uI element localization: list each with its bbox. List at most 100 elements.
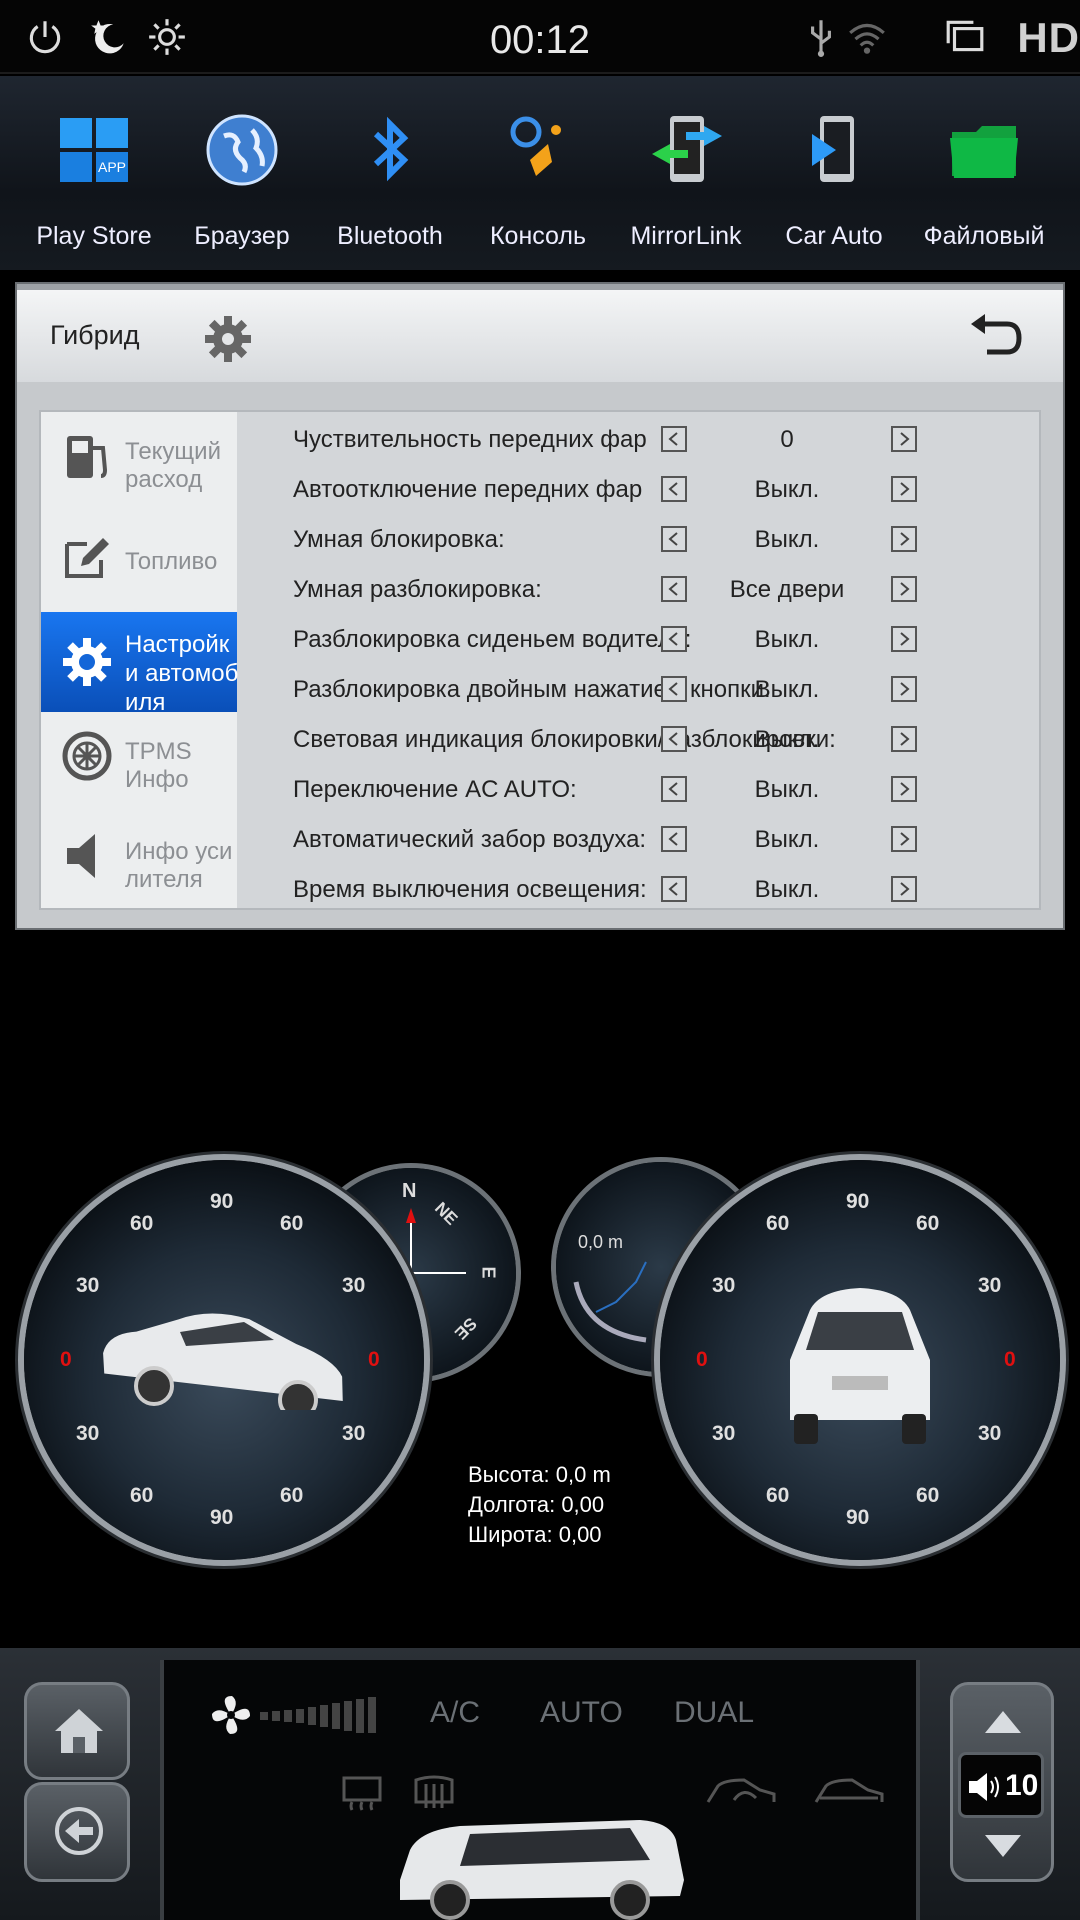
home-button[interactable] [24, 1682, 130, 1780]
sidebar-item-fuel[interactable]: Топливо [41, 512, 237, 612]
setting-label: Автоотключение передних фар [293, 476, 643, 503]
setting-value: 0 [780, 426, 794, 453]
settings-row: Разблокировка двойным нажатием кнопки: Вы… [237, 666, 1041, 716]
status-bar: 00:12 HD [0, 0, 1080, 74]
back-button[interactable] [24, 1782, 130, 1882]
increase-button[interactable] [891, 626, 917, 652]
app-dock: APP Play Store Браузер Bluetooth Консоль… [0, 76, 1080, 270]
settings-row: Автоотключение передних фар Выкл. [237, 466, 1041, 516]
back-circle-icon [55, 1807, 103, 1855]
back-arrow-icon[interactable] [967, 310, 1023, 362]
climate-bar: A/C AUTO DUAL [0, 1648, 1080, 1920]
globe-icon [206, 114, 278, 186]
panel-title: Гибрид [50, 320, 140, 350]
increase-button[interactable] [891, 526, 917, 552]
setting-value: Выкл. [754, 676, 820, 703]
bluetooth-icon [373, 116, 409, 182]
app-file-manager[interactable]: Файловый [910, 76, 1058, 270]
app-console[interactable]: Консоль [464, 76, 612, 270]
vehicle-interior-image [400, 1820, 684, 1920]
setting-label: Переключение AC AUTO: [293, 776, 577, 803]
volume-value: 10 [1005, 1769, 1039, 1802]
rear-defrost-icon[interactable] [340, 1772, 384, 1812]
gear-icon[interactable] [203, 314, 253, 364]
app-car-auto[interactable]: Car Auto [760, 76, 908, 270]
increase-button[interactable] [891, 826, 917, 852]
increase-button[interactable] [891, 576, 917, 602]
fuel-pump-icon [67, 436, 108, 478]
setting-label: Время выключения освещения: [293, 876, 647, 903]
setting-value: Выкл. [754, 526, 820, 553]
tire-icon [62, 731, 112, 781]
hd-indicator: HD [1017, 14, 1080, 61]
fan-icon[interactable] [208, 1692, 254, 1738]
setting-label: Чуствительность передних фар [293, 426, 647, 453]
setting-label: Умная разблокировка: [293, 576, 542, 603]
setting-value: Выкл. [754, 826, 820, 853]
sidebar-item-current-consumption[interactable]: Текущий расход [41, 412, 237, 512]
settings-row: Световая индикация блокировки/разблокиро… [237, 716, 1041, 766]
setting-label: Разблокировка сиденьем водителя: [293, 626, 692, 653]
steering-wheel-icon [510, 116, 561, 176]
increase-button[interactable] [891, 476, 917, 502]
setting-value: Выкл. [754, 476, 820, 503]
settings-row: Разблокировка сиденьем водителя: Выкл. [237, 616, 1041, 666]
folder-icon [950, 126, 1018, 178]
setting-label: Умная блокировка: [293, 526, 505, 553]
settings-row: Переключение AC AUTO: Выкл. [237, 766, 1041, 816]
settings-row: Чуствительность передних фар 0 [237, 416, 1041, 466]
fan-speed-bar[interactable] [260, 1694, 400, 1734]
volume-up-icon[interactable] [983, 1709, 1023, 1737]
sidebar-item-tpms[interactable]: TPMS Инфо [41, 712, 237, 812]
suv-rear-image [790, 1288, 930, 1444]
fresh-air-icon[interactable] [812, 1772, 888, 1812]
app-mirrorlink[interactable]: MirrorLink [612, 76, 760, 270]
increase-button[interactable] [891, 876, 917, 902]
usb-icon [811, 20, 831, 57]
settings-row: Умная блокировка: Выкл. [237, 516, 1041, 566]
increase-button[interactable] [891, 676, 917, 702]
setting-value: Все двери [729, 576, 845, 603]
longitude-text: Долгота: 0,00 [468, 1492, 605, 1517]
setting-value: Выкл. [754, 626, 820, 653]
sedan-side-image [103, 1313, 343, 1410]
chevron-right-icon [900, 882, 910, 896]
setting-value: Выкл. [754, 776, 820, 803]
settings-sidebar: Текущий расход Топливо Настройк и автомо… [41, 412, 238, 908]
app-browser[interactable]: Браузер [168, 76, 316, 270]
volume-down-icon[interactable] [983, 1831, 1023, 1859]
air-recirculation-icon[interactable] [704, 1772, 780, 1812]
roll-gauge: 90 60 60 30 30 0 0 30 30 60 60 90 [24, 1160, 424, 1560]
chevron-right-icon [900, 432, 910, 446]
volume-indicator: 10 [958, 1752, 1044, 1818]
recent-apps-icon[interactable] [944, 16, 986, 58]
latitude-text: Широта: 0,00 [468, 1522, 602, 1547]
increase-button[interactable] [891, 726, 917, 752]
chevron-right-icon [900, 832, 910, 846]
home-icon [55, 1709, 103, 1753]
increase-button[interactable] [891, 776, 917, 802]
chevron-right-icon [900, 732, 910, 746]
chevron-right-icon [900, 782, 910, 796]
setting-label: Автоматический забор воздуха: [293, 826, 647, 853]
settings-row: Умная разблокировка: Все двери [237, 566, 1041, 616]
sidebar-item-vehicle-settings[interactable]: Настройк и автомоб иля [41, 612, 238, 716]
chevron-right-icon [900, 482, 910, 496]
speaker-volume-icon [969, 1773, 999, 1801]
chevron-right-icon [900, 532, 910, 546]
app-bluetooth[interactable]: Bluetooth [316, 76, 464, 270]
settings-gear-icon [63, 638, 111, 686]
app-play-store[interactable]: APP Play Store [20, 76, 168, 270]
sidebar-item-amplifier[interactable]: Инфо уси лителя [41, 812, 237, 912]
wifi-icon [849, 23, 885, 54]
increase-button[interactable] [891, 426, 917, 452]
gps-info: Высота: 0,0 m Долгота: 0,00 Широта: 0,00 [468, 1460, 611, 1550]
dual-button[interactable]: DUAL [674, 1696, 754, 1730]
ac-button[interactable]: A/C [430, 1696, 480, 1730]
panel-header: Гибрид [17, 290, 1063, 382]
auto-button[interactable]: AUTO [540, 1696, 623, 1730]
climate-panel: A/C AUTO DUAL [160, 1660, 920, 1920]
setting-value: Выкл. [754, 726, 820, 753]
svg-text:APP: APP [98, 159, 126, 175]
speaker-icon [67, 834, 95, 878]
